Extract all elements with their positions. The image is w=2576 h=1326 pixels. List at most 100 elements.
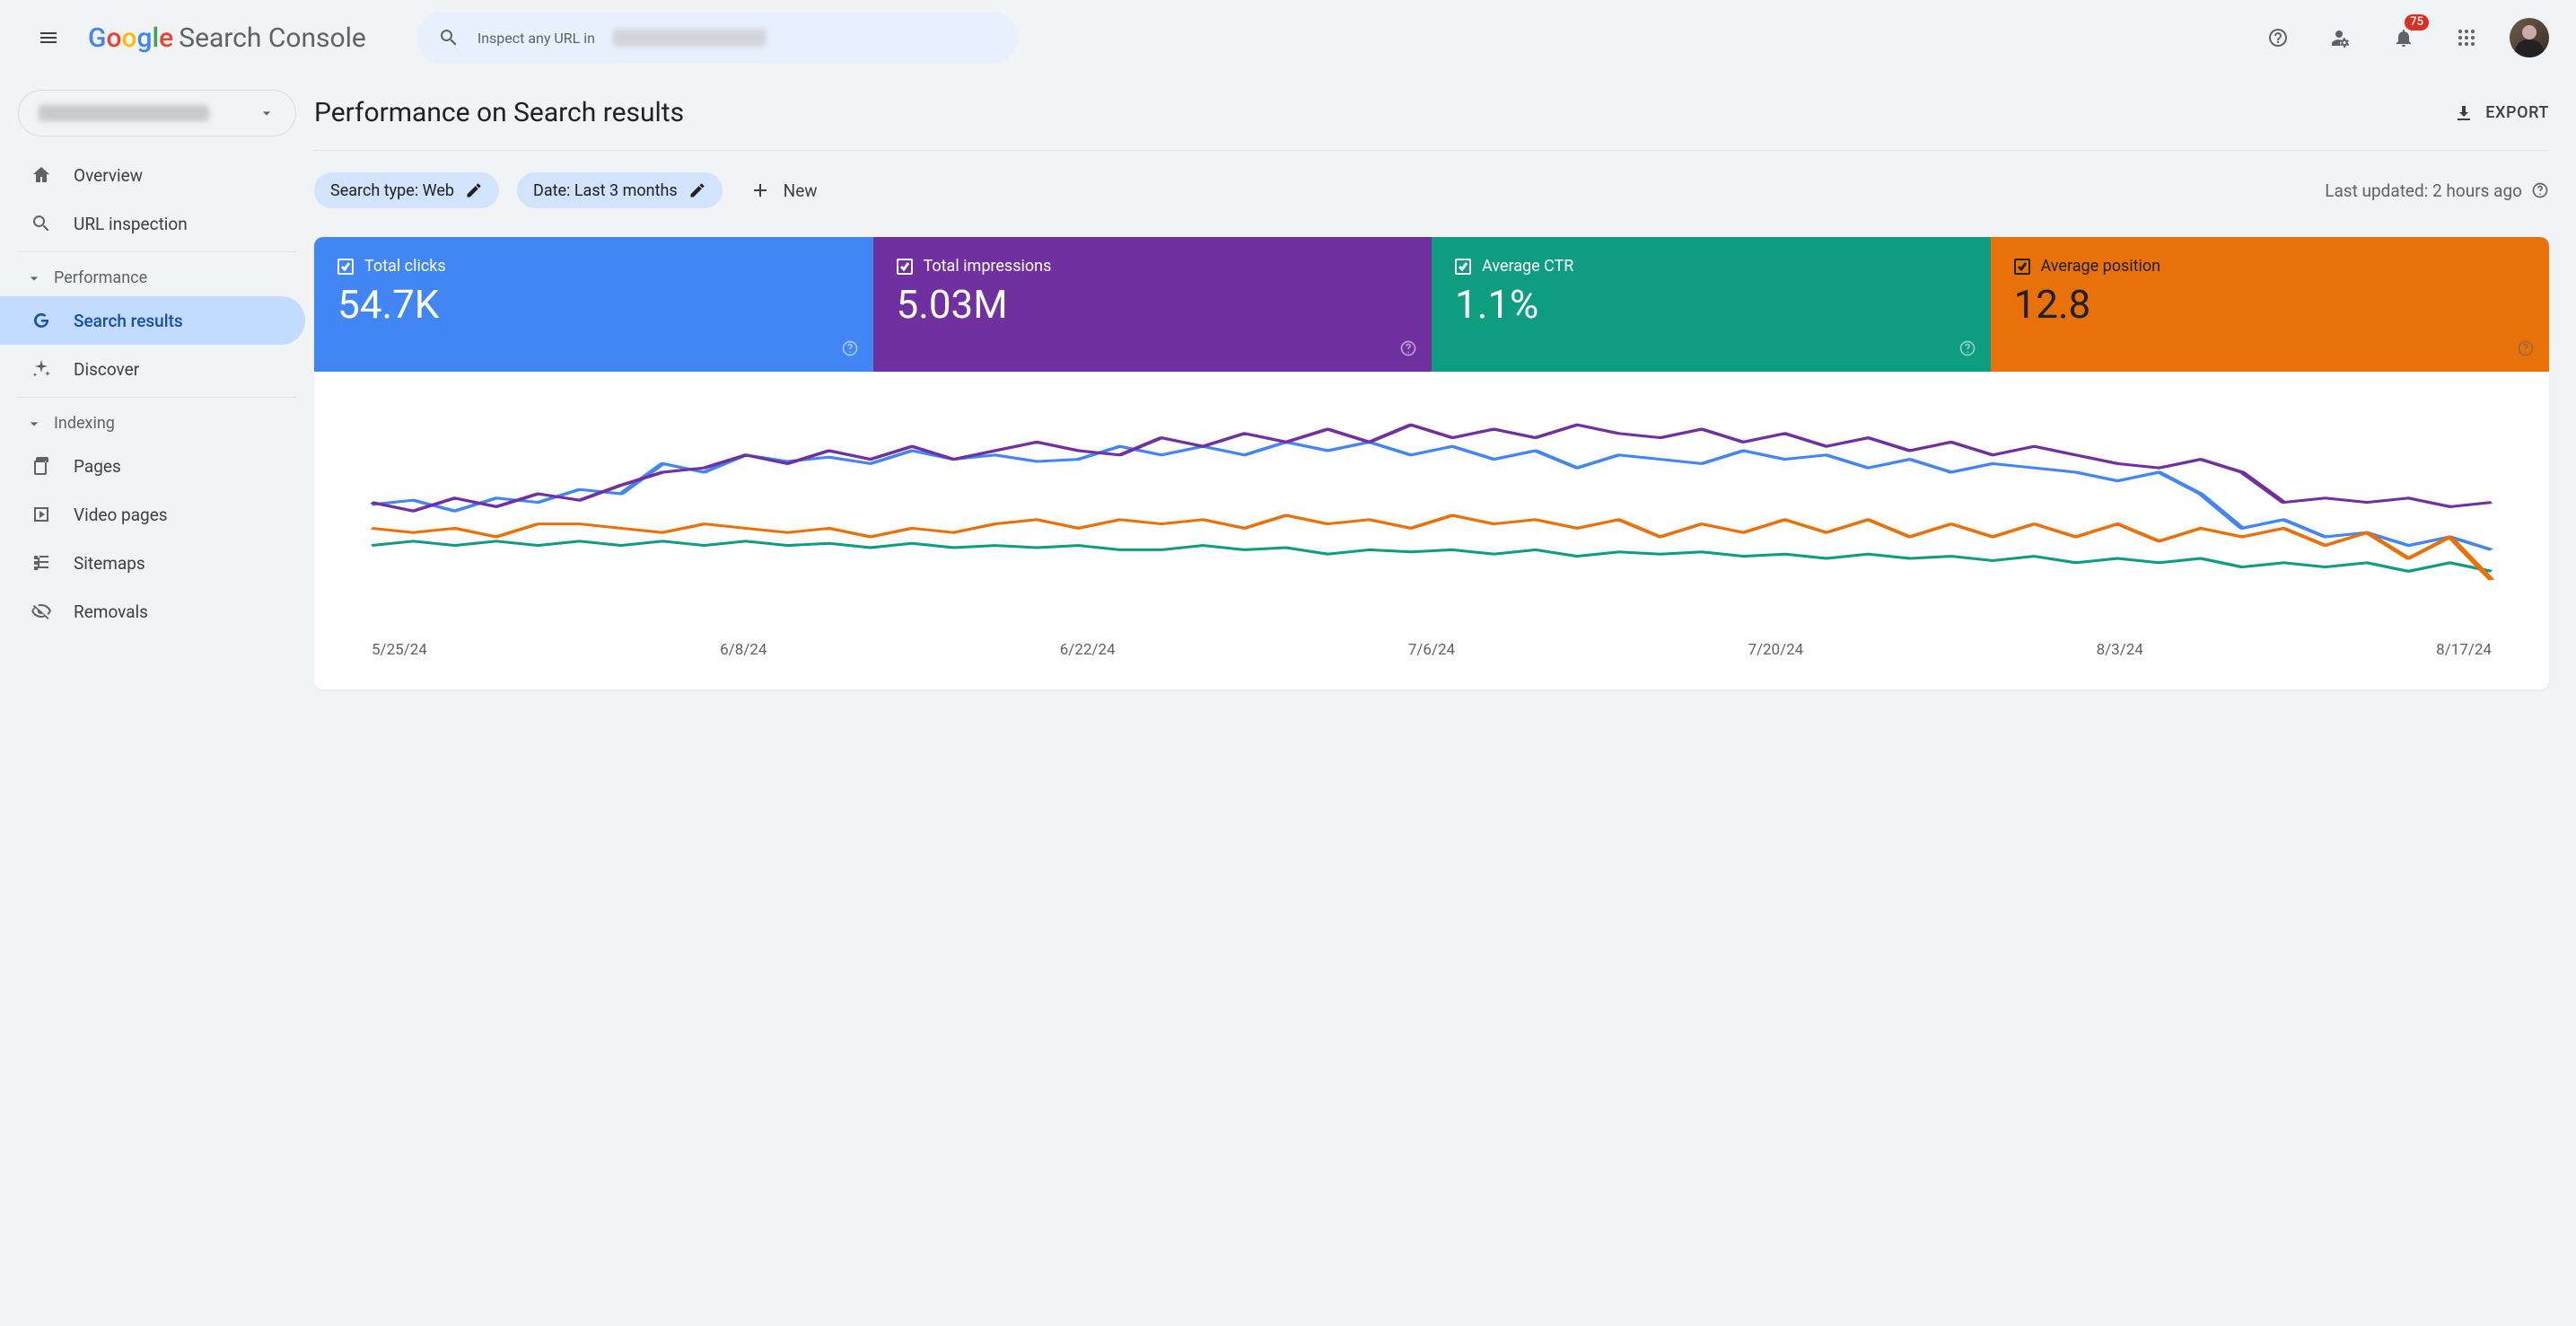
x-tick: 5/25/24 <box>372 641 427 659</box>
metric-help-button[interactable] <box>1399 339 1417 361</box>
divider <box>18 251 296 252</box>
help-icon <box>2267 27 2289 48</box>
metric-value: 12.8 <box>2014 281 2527 328</box>
chart-series-average-position <box>372 515 2492 580</box>
sidebar-item-discover[interactable]: Discover <box>0 345 305 393</box>
x-tick: 7/6/24 <box>1408 641 1455 659</box>
page-header: Performance on Search results EXPORT <box>314 97 2549 151</box>
sidebar-item-search-results[interactable]: Search results <box>0 296 305 345</box>
sidebar-section-label: Indexing <box>54 414 115 433</box>
menu-icon <box>38 27 59 48</box>
metric-help-button[interactable] <box>841 339 859 361</box>
sidebar-item-label: Search results <box>74 311 183 331</box>
sidebar-item-label: Removals <box>74 602 148 622</box>
property-name-redacted <box>39 105 209 121</box>
url-inspect-searchbar[interactable]: Inspect any URL in <box>416 12 1018 64</box>
filter-row: Search type: Web Date: Last 3 months New… <box>314 151 2549 237</box>
add-filter-button[interactable]: New <box>740 180 827 201</box>
product-name: Search Console <box>179 22 366 54</box>
metric-label: Total impressions <box>924 257 1052 276</box>
chevron-down-icon <box>25 415 43 433</box>
export-button[interactable]: EXPORT <box>2453 102 2549 124</box>
x-tick: 8/17/24 <box>2436 641 2492 659</box>
sidebar-item-pages[interactable]: Pages <box>0 442 305 490</box>
brand: Google Search Console <box>88 22 366 54</box>
metric-average-position[interactable]: Average position 12.8 <box>1991 237 2550 372</box>
sidebar-item-video-pages[interactable]: Video pages <box>0 490 305 539</box>
metric-value: 54.7K <box>337 281 850 328</box>
search-placeholder-prefix: Inspect any URL in <box>478 30 595 47</box>
user-settings-icon <box>2330 27 2352 48</box>
chevron-down-icon <box>258 104 276 122</box>
chart-series-average-ctr <box>372 541 2492 572</box>
home-icon <box>31 164 52 186</box>
metric-value: 1.1% <box>1455 281 1967 328</box>
sidebar-item-label: URL inspection <box>74 214 188 234</box>
notifications-button[interactable]: 75 <box>2384 18 2423 57</box>
property-selector[interactable] <box>18 90 296 136</box>
sidebar-item-sitemaps[interactable]: Sitemaps <box>0 539 305 587</box>
help-icon[interactable] <box>2531 181 2549 199</box>
divider <box>18 397 296 398</box>
sidebar-item-label: Sitemaps <box>74 553 145 574</box>
search-icon <box>31 213 52 234</box>
sidebar-item-overview[interactable]: Overview <box>0 151 305 199</box>
x-tick: 8/3/24 <box>2097 641 2143 659</box>
metric-help-button[interactable] <box>1958 339 1976 361</box>
sidebar-section-label: Performance <box>54 268 147 287</box>
apps-button[interactable] <box>2447 18 2486 57</box>
new-label: New <box>784 180 818 201</box>
filter-chip-date[interactable]: Date: Last 3 months <box>517 172 723 208</box>
checkbox-icon <box>1455 259 1471 275</box>
metric-total-clicks[interactable]: Total clicks 54.7K <box>314 237 873 372</box>
video-icon <box>31 504 52 525</box>
metric-label: Total clicks <box>364 257 446 276</box>
metric-label: Average position <box>2041 257 2161 276</box>
metric-total-impressions[interactable]: Total impressions 5.03M <box>873 237 1433 372</box>
checkbox-icon <box>897 259 913 275</box>
account-avatar[interactable] <box>2510 18 2549 57</box>
pencil-icon <box>465 181 483 199</box>
topbar-right: 75 <box>2258 18 2549 57</box>
sidebar-section-indexing[interactable]: Indexing <box>0 401 314 442</box>
plus-icon <box>749 180 771 201</box>
hamburger-menu-button[interactable] <box>27 16 70 59</box>
search-icon <box>438 27 460 48</box>
pencil-icon <box>688 181 706 199</box>
x-tick: 6/8/24 <box>720 641 767 659</box>
page-title: Performance on Search results <box>314 97 684 128</box>
google-g-icon <box>31 310 52 331</box>
sidebar-item-label: Pages <box>74 456 121 477</box>
metric-average-ctr[interactable]: Average CTR 1.1% <box>1432 237 1991 372</box>
last-updated: Last updated: 2 hours ago <box>2325 180 2549 201</box>
chevron-down-icon <box>25 269 43 287</box>
chart-series-total-clicks <box>372 442 2492 549</box>
sidebar-nav: Overview URL inspection <box>0 151 314 248</box>
sidebar-section-performance[interactable]: Performance <box>0 256 314 296</box>
performance-card: Total clicks 54.7K Total impressions 5.0… <box>314 237 2549 689</box>
checkbox-icon <box>2014 259 2030 275</box>
sidebar-item-url-inspection[interactable]: URL inspection <box>0 199 305 248</box>
search-placeholder-domain-redacted <box>613 29 766 47</box>
grid-icon <box>2456 27 2477 48</box>
filter-chip-search-type[interactable]: Search type: Web <box>314 172 499 208</box>
x-tick: 7/20/24 <box>1748 641 1803 659</box>
performance-chart[interactable] <box>350 399 2513 632</box>
main: Performance on Search results EXPORT Sea… <box>314 75 2576 1326</box>
help-button[interactable] <box>2258 18 2298 57</box>
sidebar-item-removals[interactable]: Removals <box>0 587 305 636</box>
sidebar-item-label: Discover <box>74 359 139 380</box>
sidebar-item-label: Overview <box>74 165 143 186</box>
sidebar-item-label: Video pages <box>74 505 168 525</box>
tree-icon <box>31 552 52 574</box>
metric-label: Average CTR <box>1482 257 1573 276</box>
last-updated-text: Last updated: 2 hours ago <box>2325 180 2522 201</box>
chart-area: 5/25/24 6/8/24 6/22/24 7/6/24 7/20/24 8/3/24 8… <box>314 372 2549 689</box>
chip-label: Search type: Web <box>330 181 454 200</box>
eye-off-icon <box>31 601 52 622</box>
metric-help-button[interactable] <box>2517 339 2535 361</box>
pages-icon <box>31 455 52 477</box>
manage-users-button[interactable] <box>2321 18 2361 57</box>
x-tick: 6/22/24 <box>1060 641 1116 659</box>
sidebar: Overview URL inspection Performance Sear… <box>0 75 314 1326</box>
